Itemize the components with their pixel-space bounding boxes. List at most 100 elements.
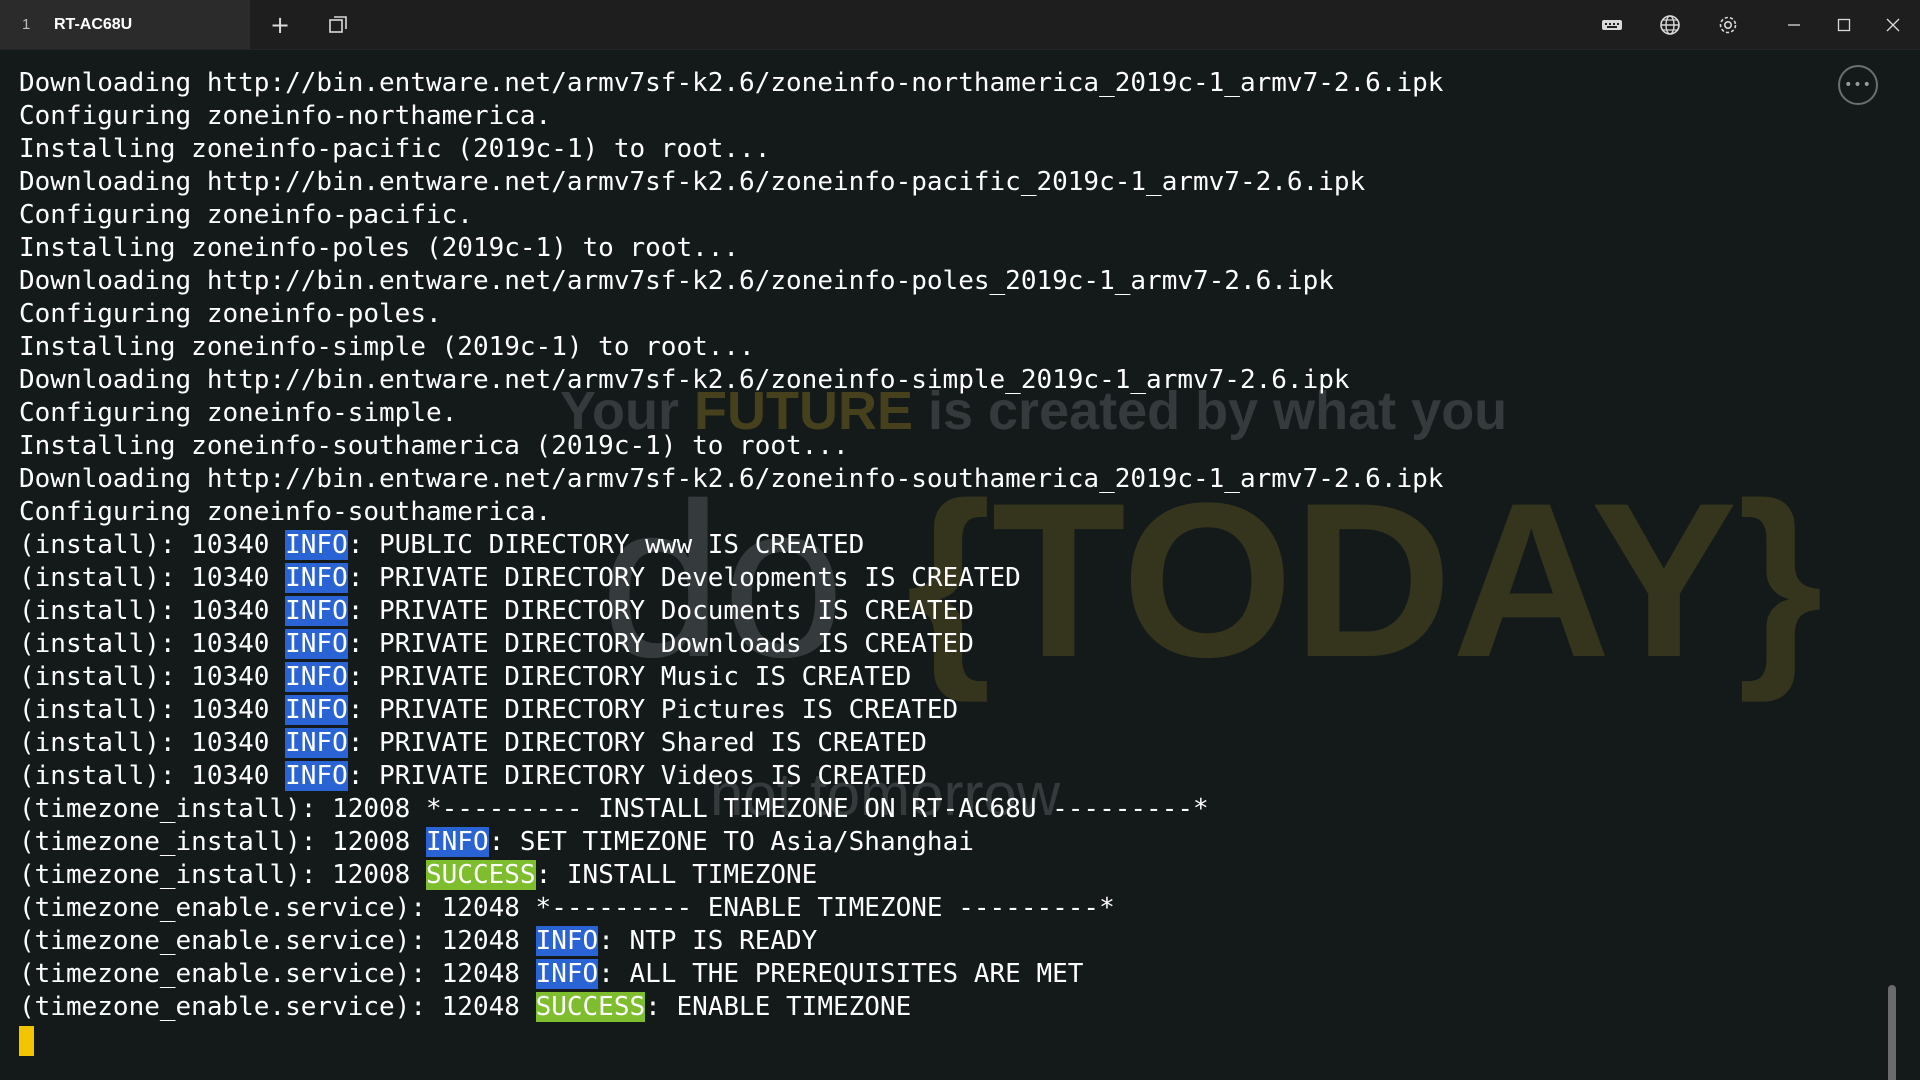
line-text: (timezone_enable.service): 12048 [19, 959, 536, 989]
info-badge: INFO [426, 827, 489, 857]
line-text: (install): 10340 [19, 761, 286, 791]
line-message: : PUBLIC DIRECTORY www IS CREATED [347, 530, 865, 560]
line-message: : PRIVATE DIRECTORY Music IS CREATED [347, 662, 912, 692]
info-badge: INFO [285, 530, 348, 560]
line-message: : SET TIMEZONE TO Asia/Shanghai [488, 827, 974, 857]
plus-icon: + [269, 10, 291, 39]
terminal-line: (timezone_enable.service): 12048 INFO: A… [19, 958, 1443, 991]
terminal-line: Installing zoneinfo-pacific (2019c-1) to… [19, 133, 1443, 166]
new-tab-button[interactable]: + [252, 0, 308, 49]
line-message: : PRIVATE DIRECTORY Developments IS CREA… [347, 563, 1021, 593]
terminal-output[interactable]: Your FUTURE is created by what you do {T… [0, 50, 1920, 1080]
info-badge: INFO [285, 662, 348, 692]
line-text: (timezone_install): 12008 [19, 827, 426, 857]
info-badge: INFO [285, 695, 348, 725]
terminal-line: (timezone_install): 12008 *--------- INS… [19, 793, 1443, 826]
settings-button[interactable] [1700, 0, 1756, 49]
terminal-line: Configuring zoneinfo-pacific. [19, 199, 1443, 232]
info-badge: INFO [285, 761, 348, 791]
copy-icon [329, 15, 347, 33]
line-message: : NTP IS READY [598, 926, 818, 956]
terminal-line: (install): 10340 INFO: PUBLIC DIRECTORY … [19, 529, 1443, 562]
terminal-line: Downloading http://bin.entware.net/armv7… [19, 265, 1443, 298]
terminal-line: Configuring zoneinfo-northamerica. [19, 100, 1443, 133]
terminal-line: (timezone_enable.service): 12048 INFO: N… [19, 925, 1443, 958]
info-badge: INFO [285, 596, 348, 626]
line-text: (install): 10340 [19, 596, 286, 626]
terminal-line: (install): 10340 INFO: PRIVATE DIRECTORY… [19, 562, 1443, 595]
terminal-line: (install): 10340 INFO: PRIVATE DIRECTORY… [19, 661, 1443, 694]
close-button[interactable] [1866, 0, 1920, 49]
maximize-icon [1837, 18, 1851, 31]
line-text: (timezone_enable.service): 12048 [19, 992, 536, 1022]
tab-overview-button[interactable] [310, 0, 366, 49]
line-text: (install): 10340 [19, 728, 286, 758]
prompt-line[interactable] [19, 1024, 1443, 1057]
terminal-line: Configuring zoneinfo-simple. [19, 397, 1443, 430]
success-badge: SUCCESS [535, 992, 646, 1022]
terminal-line: Configuring zoneinfo-southamerica. [19, 496, 1443, 529]
terminal-line: (timezone_enable.service): 12048 SUCCESS… [19, 991, 1443, 1024]
minimize-button[interactable] [1766, 0, 1822, 49]
line-text: Installing zoneinfo-pacific (2019c-1) to… [19, 134, 771, 164]
line-text: Configuring zoneinfo-pacific. [19, 200, 473, 230]
globe-icon [1660, 14, 1680, 35]
info-badge: INFO [535, 959, 599, 989]
keyboard-button[interactable] [1584, 0, 1640, 49]
line-text: (install): 10340 [19, 629, 286, 659]
line-text: Configuring zoneinfo-poles. [19, 299, 442, 329]
tab-number: 1 [22, 16, 31, 33]
minimize-icon [1788, 23, 1800, 26]
line-message: : PRIVATE DIRECTORY Shared IS CREATED [347, 728, 927, 758]
scrollbar-thumb[interactable] [1888, 985, 1896, 1080]
terminal-line: (install): 10340 INFO: PRIVATE DIRECTORY… [19, 694, 1443, 727]
globe-button[interactable] [1642, 0, 1698, 49]
terminal-lines: Downloading http://bin.entware.net/armv7… [19, 67, 1443, 1057]
line-message: : PRIVATE DIRECTORY Documents IS CREATED [347, 596, 974, 626]
line-text: (install): 10340 [19, 662, 286, 692]
line-message: : ENABLE TIMEZONE [645, 992, 912, 1022]
line-text: Downloading http://bin.entware.net/armv7… [19, 464, 1444, 494]
line-text: (install): 10340 [19, 530, 286, 560]
title-bar: 1 RT-AC68U + [0, 0, 1920, 50]
info-badge: INFO [285, 728, 348, 758]
info-badge: INFO [285, 563, 348, 593]
line-text: Installing zoneinfo-southamerica (2019c-… [19, 431, 849, 461]
line-text: Downloading http://bin.entware.net/armv7… [19, 266, 1334, 296]
line-text: Installing zoneinfo-poles (2019c-1) to r… [19, 233, 740, 263]
close-icon [1886, 18, 1900, 31]
maximize-button[interactable] [1816, 0, 1872, 49]
line-message: : INSTALL TIMEZONE [535, 860, 818, 890]
terminal-line: (install): 10340 INFO: PRIVATE DIRECTORY… [19, 727, 1443, 760]
terminal-line: (install): 10340 INFO: PRIVATE DIRECTORY… [19, 760, 1443, 793]
line-text: (timezone_install): 12008 *--------- INS… [19, 794, 1209, 824]
terminal-line: Downloading http://bin.entware.net/armv7… [19, 166, 1443, 199]
line-text: Downloading http://bin.entware.net/armv7… [19, 167, 1366, 197]
more-icon: ••• [1844, 77, 1872, 93]
terminal-line: (timezone_enable.service): 12048 *------… [19, 892, 1443, 925]
line-text: (timezone_enable.service): 12048 [19, 926, 536, 956]
line-message: : PRIVATE DIRECTORY Pictures IS CREATED [347, 695, 959, 725]
line-text: (install): 10340 [19, 563, 286, 593]
line-message: : PRIVATE DIRECTORY Videos IS CREATED [347, 761, 927, 791]
terminal-line: Downloading http://bin.entware.net/armv7… [19, 364, 1443, 397]
terminal-window: 1 RT-AC68U + Your FUTURE is created by w… [0, 0, 1920, 1080]
line-text: Downloading http://bin.entware.net/armv7… [19, 365, 1350, 395]
tab-title: RT-AC68U [54, 15, 133, 33]
terminal-line: (timezone_install): 12008 INFO: SET TIME… [19, 826, 1443, 859]
more-options-button[interactable]: ••• [1838, 65, 1878, 105]
text-cursor [19, 1026, 34, 1056]
line-text: (install): 10340 [19, 695, 286, 725]
line-message: : ALL THE PREREQUISITES ARE MET [598, 959, 1084, 989]
terminal-line: Downloading http://bin.entware.net/armv7… [19, 463, 1443, 496]
keyboard-icon [1602, 19, 1622, 30]
tab-rt-ac68u[interactable]: 1 RT-AC68U [0, 0, 250, 49]
line-text: Downloading http://bin.entware.net/armv7… [19, 68, 1444, 98]
line-text: (timezone_install): 12008 [19, 860, 426, 890]
terminal-line: (install): 10340 INFO: PRIVATE DIRECTORY… [19, 595, 1443, 628]
info-badge: INFO [285, 629, 348, 659]
terminal-line: Installing zoneinfo-simple (2019c-1) to … [19, 331, 1443, 364]
line-text: Configuring zoneinfo-simple. [19, 398, 458, 428]
gear-icon [1719, 16, 1737, 33]
line-text: (timezone_enable.service): 12048 *------… [19, 893, 1115, 923]
